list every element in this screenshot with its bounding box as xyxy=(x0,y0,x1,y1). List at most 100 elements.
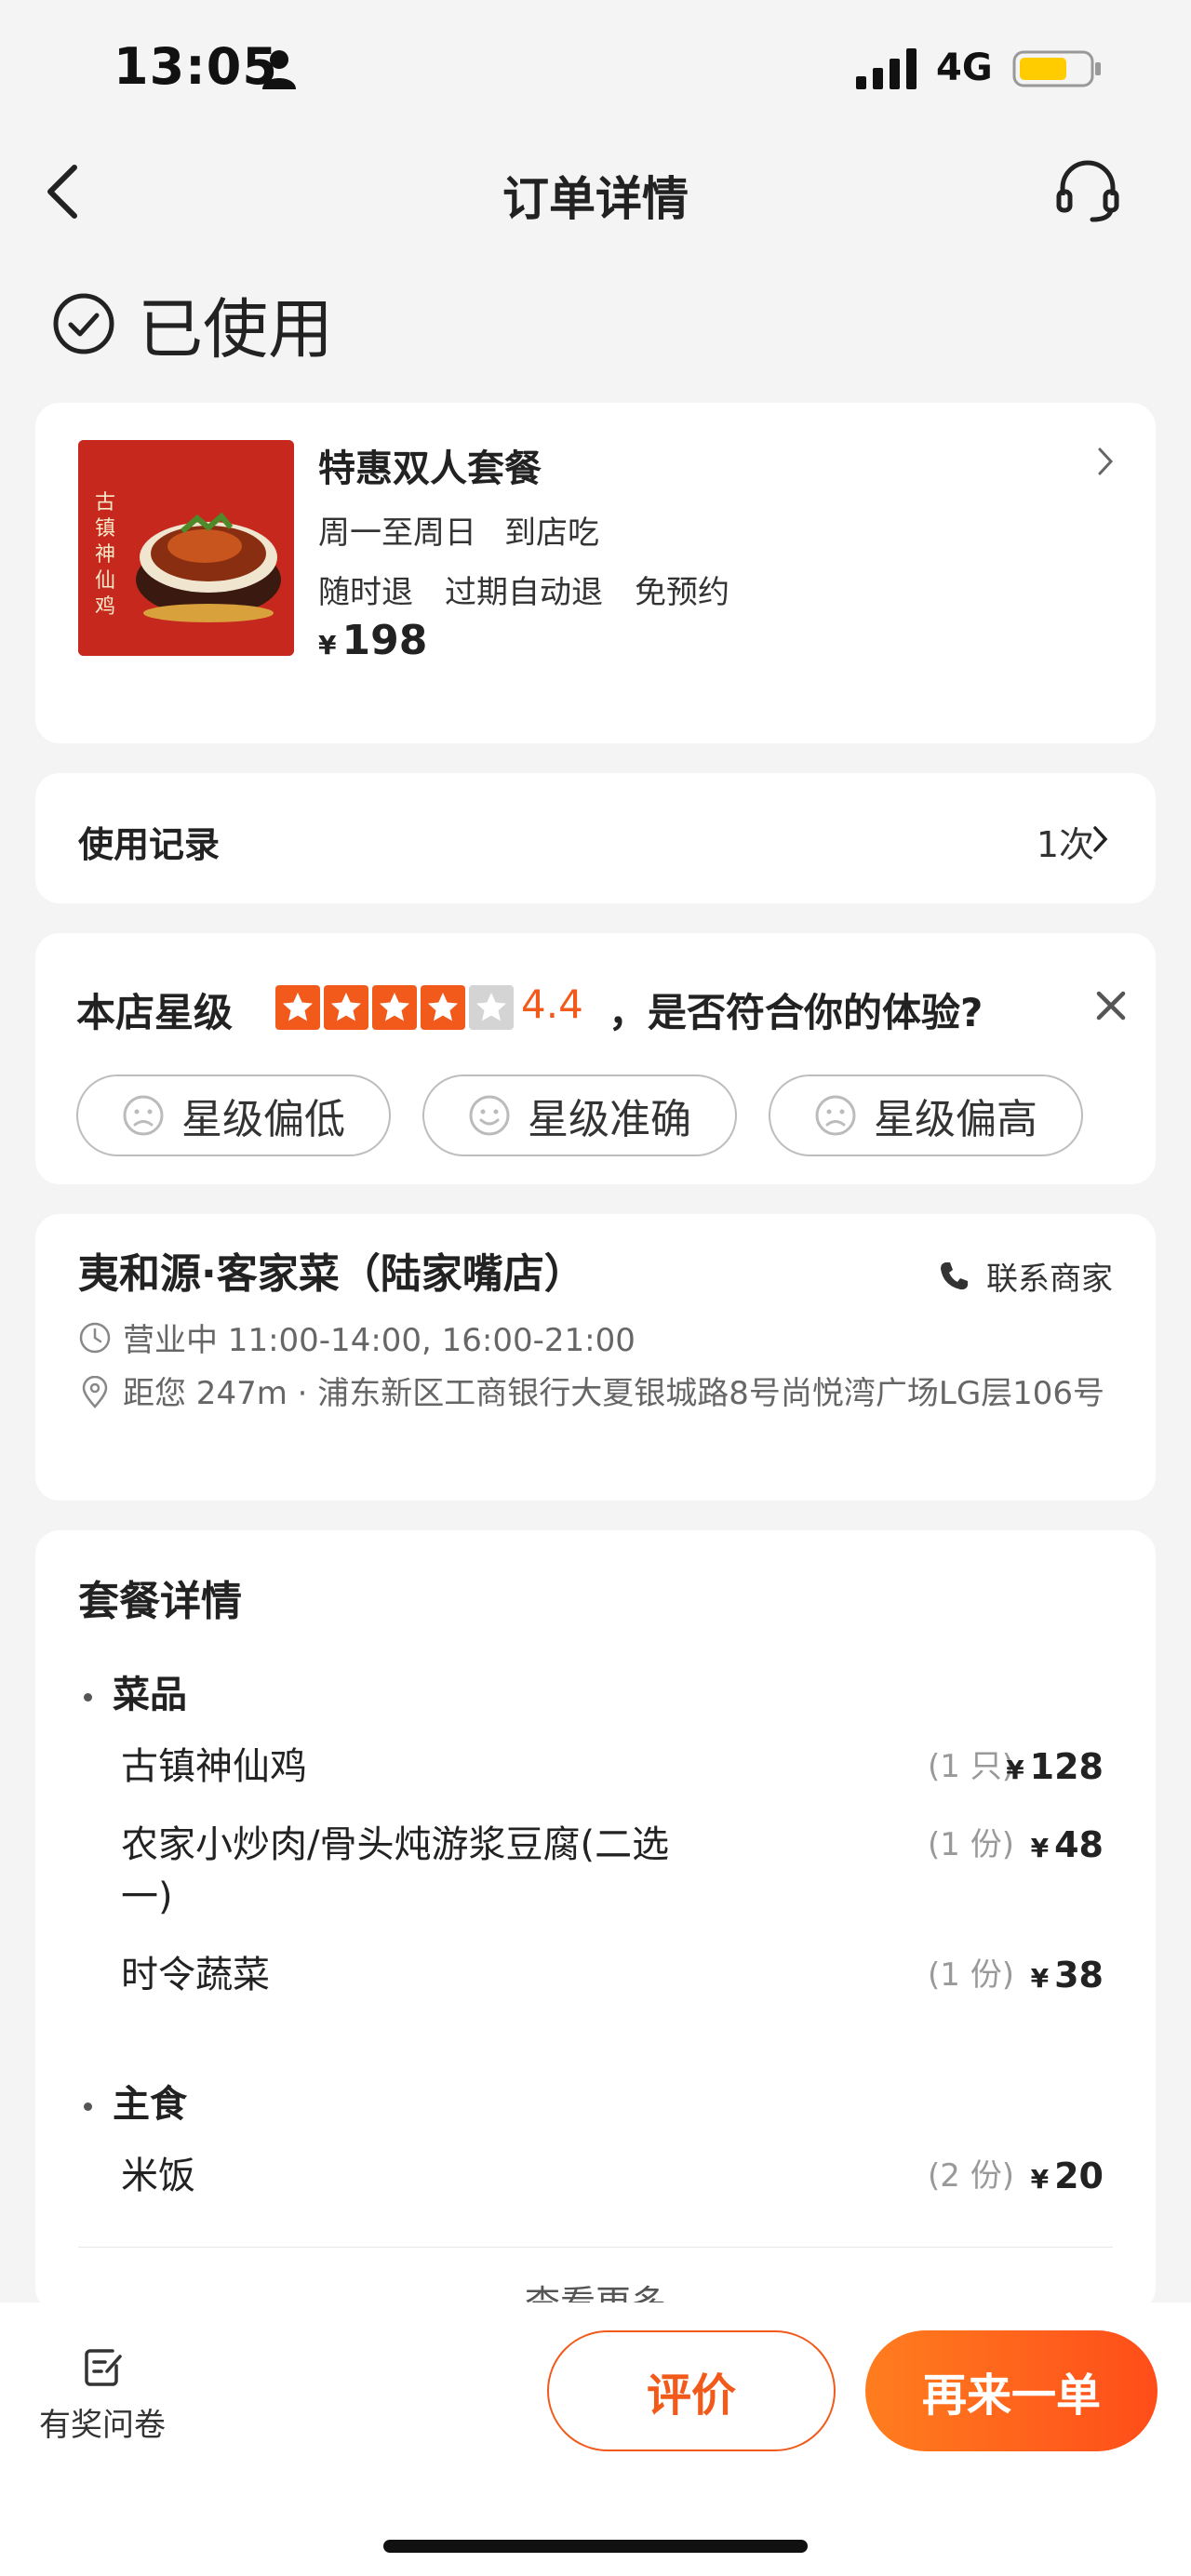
location-pin-icon xyxy=(82,1376,108,1408)
person-icon xyxy=(262,50,296,89)
survey-button[interactable]: 有奖问卷 xyxy=(28,2343,177,2445)
dish-price-currency: ¥ xyxy=(1030,1833,1050,1863)
unhappy-face-icon xyxy=(123,1095,164,1136)
product-tag: 过期自动退 xyxy=(445,574,603,611)
bullet-dot xyxy=(84,1692,92,1702)
dish-price: ¥48 xyxy=(1031,1819,1104,1875)
dish-row: 古镇神仙鸡 (1 只) ¥128 xyxy=(121,1741,1148,1793)
dish-price: ¥128 xyxy=(1006,1741,1104,1796)
happy-face-icon xyxy=(469,1095,510,1136)
unhappy-face-icon xyxy=(815,1095,856,1136)
usage-count: 1次 xyxy=(1036,824,1094,865)
section-heading-label: 主食 xyxy=(113,2083,187,2126)
page-title: 订单详情 xyxy=(502,172,689,226)
dish-name: 时令蔬菜 xyxy=(121,1954,270,1996)
reorder-button[interactable]: 再来一单 xyxy=(865,2330,1158,2451)
dish-quantity: (1 份) xyxy=(928,1956,1014,1994)
customer-service-icon[interactable] xyxy=(1055,160,1120,223)
network-type: 4G xyxy=(936,47,993,89)
rating-question: ，是否符合你的体验? xyxy=(609,990,984,1035)
dish-name: 古镇神仙鸡 xyxy=(121,1745,307,1788)
star-filled-icon xyxy=(324,985,368,1030)
product-image-caption: 古镇神仙鸡 xyxy=(95,491,116,619)
dish-price: ¥20 xyxy=(1031,2150,1104,2206)
product-card[interactable]: 古镇神仙鸡 特惠双人套餐 周一至周日 到店吃 随时退 过期自动退 免预约 ¥198 xyxy=(35,403,1156,743)
home-indicator xyxy=(383,2540,808,2553)
usage-record-row[interactable]: 使用记录 1次 xyxy=(35,773,1156,903)
star-rating xyxy=(275,985,517,1030)
dish-price: ¥38 xyxy=(1031,1949,1104,2005)
product-tag: 随时退 xyxy=(318,574,413,611)
dish-price-currency: ¥ xyxy=(1006,1755,1024,1785)
package-details-title: 套餐详情 xyxy=(78,1578,242,1625)
divider xyxy=(78,2247,1113,2248)
product-meta: 周一至周日 到店吃 xyxy=(318,507,627,553)
dish-quantity: (1 只) xyxy=(928,1748,1014,1785)
order-status: 已使用 xyxy=(52,279,333,368)
star-empty-icon xyxy=(469,985,514,1030)
dish-price-value: 20 xyxy=(1054,2156,1104,2196)
section-heading: 菜品 xyxy=(84,1664,187,1718)
store-hours-text: 营业中 11:00-14:00, 16:00-21:00 xyxy=(123,1322,636,1359)
dish-price-value: 38 xyxy=(1054,1955,1104,1995)
survey-icon xyxy=(85,2349,122,2386)
package-details-card: 套餐详情 菜品 古镇神仙鸡 (1 只) ¥128 农家小炒肉/骨头炖游浆豆腐(二… xyxy=(35,1530,1156,2324)
star-filled-icon xyxy=(421,985,465,1030)
rating-option-label: 星级偏低 xyxy=(181,1096,345,1143)
dish-row: 时令蔬菜 (1 份) ¥38 xyxy=(121,1949,1148,2001)
product-image: 古镇神仙鸡 xyxy=(78,440,294,656)
store-name: 夷和源·客家菜（陆家嘴店） xyxy=(78,1250,585,1298)
star-filled-icon xyxy=(372,985,417,1030)
nav-bar: 订单详情 xyxy=(0,149,1191,233)
price-value: 198 xyxy=(341,617,428,664)
survey-label: 有奖问卷 xyxy=(39,2407,166,2444)
rating-score: 4.4 xyxy=(521,981,583,1027)
dish-quantity: (1 份) xyxy=(928,1826,1014,1863)
bottom-action-bar: 有奖问卷 评价 再来一单 xyxy=(0,2302,1191,2576)
dish-name: 米饭 xyxy=(121,2155,195,2197)
status-time: 13:05 xyxy=(114,37,278,96)
section-heading: 主食 xyxy=(84,2074,187,2128)
close-icon[interactable] xyxy=(1094,989,1128,1022)
chevron-right-icon xyxy=(1098,447,1114,475)
contact-merchant-label: 联系商家 xyxy=(986,1261,1113,1298)
product-meta-dine: 到店吃 xyxy=(504,514,599,552)
bullet-dot xyxy=(84,2102,92,2111)
rating-feedback-card: 本店星级 4.4 ，是否符合你的体验? 星级偏低 星级准确 星级偏高 xyxy=(35,933,1156,1184)
dish-price-value: 128 xyxy=(1029,1746,1104,1787)
usage-record-label: 使用记录 xyxy=(78,824,221,865)
clock-icon xyxy=(79,1322,111,1353)
dish-name: 农家小炒肉/骨头炖游浆豆腐(二选一) xyxy=(121,1823,670,1918)
store-address-text: 距您 247m · 浦东新区工商银行大夏银城路8号尚悦湾广场LG层106号 xyxy=(123,1375,1105,1412)
rating-high-button[interactable]: 星级偏高 xyxy=(769,1074,1083,1156)
dish-row: 米饭 (2 份) ¥20 xyxy=(121,2150,1148,2202)
signal-icon xyxy=(856,48,917,89)
store-hours: 营业中 11:00-14:00, 16:00-21:00 xyxy=(78,1315,636,1360)
store-info-card[interactable]: 夷和源·客家菜（陆家嘴店） 联系商家 营业中 11:00-14:00, 16:0… xyxy=(35,1214,1156,1501)
chevron-right-icon xyxy=(1093,826,1108,852)
dish-price-currency: ¥ xyxy=(1030,1963,1050,1994)
rating-accurate-button[interactable]: 星级准确 xyxy=(422,1074,737,1156)
dish-quantity: (2 份) xyxy=(928,2157,1014,2195)
product-price: ¥198 xyxy=(318,617,427,664)
contact-merchant-button[interactable]: 联系商家 xyxy=(938,1253,1113,1299)
phone-icon xyxy=(941,1261,968,1289)
product-meta-days: 周一至周日 xyxy=(318,514,476,552)
dish-price-currency: ¥ xyxy=(1030,2164,1050,2195)
rating-option-label: 星级准确 xyxy=(528,1096,691,1143)
review-button[interactable]: 评价 xyxy=(547,2330,836,2451)
product-tag: 免预约 xyxy=(635,574,729,611)
dish-price-value: 48 xyxy=(1054,1824,1104,1865)
star-filled-icon xyxy=(275,985,320,1030)
product-title: 特惠双人套餐 xyxy=(318,447,542,490)
section-heading-label: 菜品 xyxy=(113,1674,187,1716)
battery-icon xyxy=(1012,50,1101,87)
rating-low-button[interactable]: 星级偏低 xyxy=(76,1074,391,1156)
status-bar: 13:05 4G xyxy=(0,0,1191,140)
check-circle-icon xyxy=(53,293,114,354)
rating-label: 本店星级 xyxy=(76,990,234,1035)
price-currency: ¥ xyxy=(318,630,337,661)
rating-option-label: 星级偏高 xyxy=(874,1096,1037,1143)
product-tags: 随时退 过期自动退 免预约 xyxy=(318,567,761,612)
dish-row: 农家小炒肉/骨头炖游浆豆腐(二选一) (1 份) ¥48 xyxy=(121,1819,1148,1923)
